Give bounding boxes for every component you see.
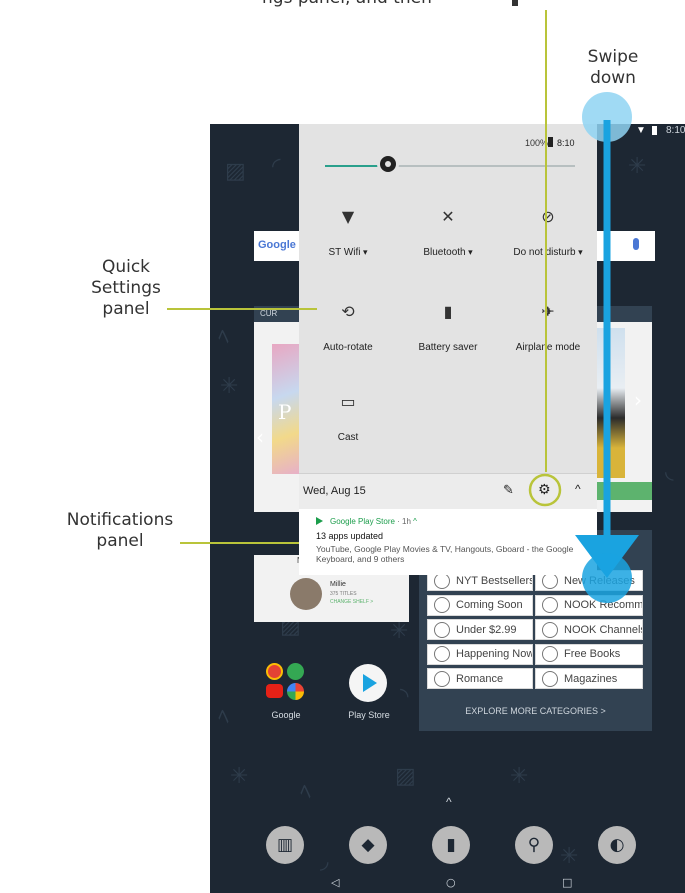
settings-highlight-circle: [528, 473, 562, 507]
swipe-end-circle: [582, 553, 632, 603]
annotation-overlay: [167, 10, 639, 603]
